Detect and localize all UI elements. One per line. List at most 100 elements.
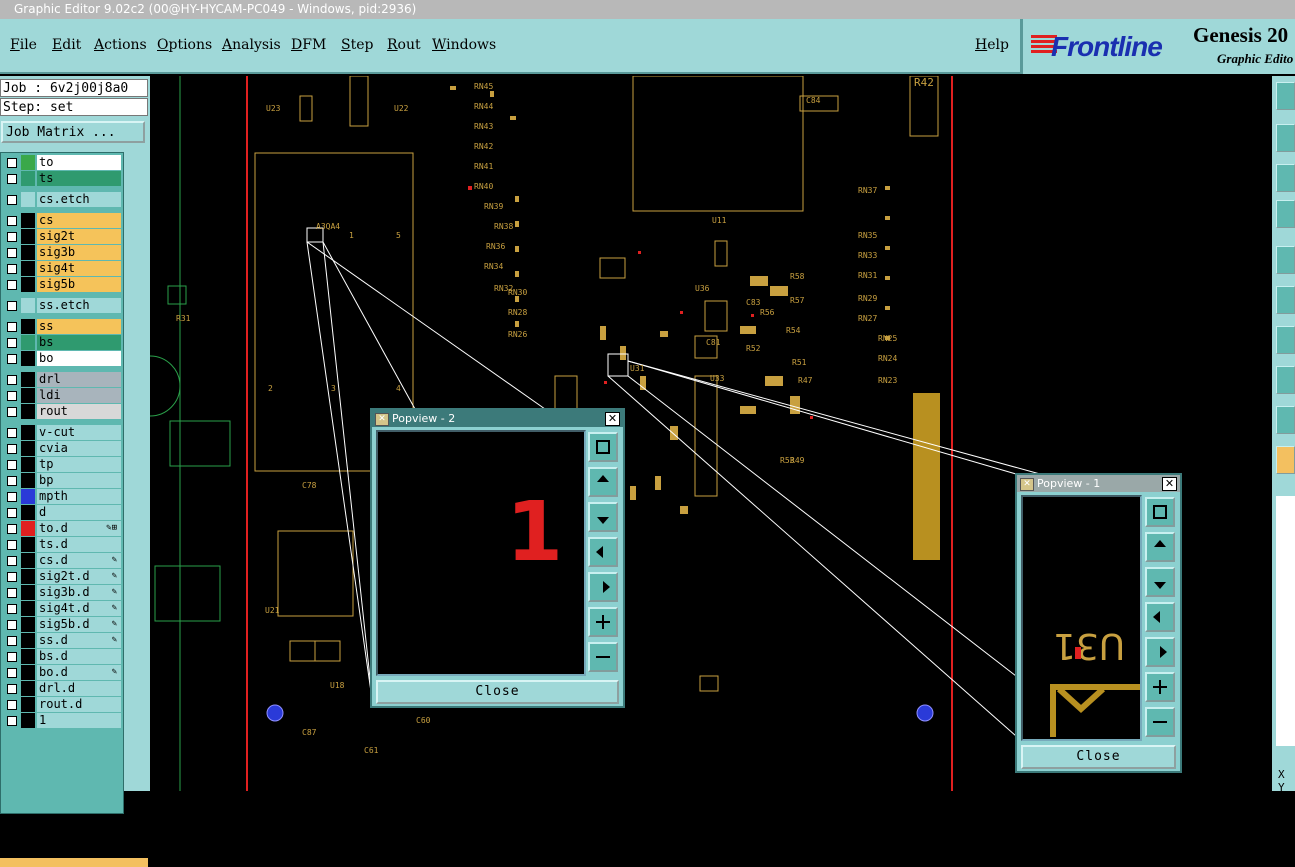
- layer-checkbox[interactable]: [7, 375, 17, 385]
- menu-options[interactable]: Options: [157, 37, 212, 53]
- layer-row[interactable]: sig3b: [3, 245, 121, 260]
- layer-name[interactable]: sig4t: [37, 261, 121, 276]
- close-button[interactable]: Close: [376, 680, 619, 704]
- pan-right-button[interactable]: [588, 572, 618, 602]
- layer-checkbox[interactable]: [7, 264, 17, 274]
- layer-name[interactable]: sig3b.d: [37, 585, 121, 600]
- layer-checkbox[interactable]: [7, 428, 17, 438]
- layer-row[interactable]: cs.etch: [3, 192, 121, 207]
- layer-name[interactable]: ldi: [37, 388, 121, 403]
- layer-name[interactable]: drl: [37, 372, 121, 387]
- layer-name[interactable]: cs.d: [37, 553, 121, 568]
- layer-row[interactable]: ts: [3, 171, 121, 186]
- layer-checkbox[interactable]: [7, 301, 17, 311]
- layer-row[interactable]: d: [3, 505, 121, 520]
- layer-checkbox[interactable]: [7, 248, 17, 258]
- layer-checkbox[interactable]: [7, 524, 17, 534]
- layer-row[interactable]: ldi: [3, 388, 121, 403]
- layer-name[interactable]: cs: [37, 213, 121, 228]
- menu-help[interactable]: Help: [975, 37, 1009, 53]
- draw-line-tool[interactable]: [1276, 326, 1295, 354]
- layer-checkbox[interactable]: [7, 158, 17, 168]
- layer-checkbox[interactable]: [7, 652, 17, 662]
- zoom-fit-button[interactable]: [1145, 497, 1175, 527]
- layer-checkbox[interactable]: [7, 716, 17, 726]
- layer-name[interactable]: sig4t.d: [37, 601, 121, 616]
- menu-file[interactable]: File: [10, 37, 37, 53]
- layer-name[interactable]: to: [37, 155, 121, 170]
- layer-name[interactable]: drl.d: [37, 681, 121, 696]
- pan-down-button[interactable]: [588, 502, 618, 532]
- layer-row[interactable]: cs.d ✎: [3, 553, 121, 568]
- layer-row[interactable]: cs: [3, 213, 121, 228]
- layer-checkbox[interactable]: [7, 636, 17, 646]
- layer-row[interactable]: sig3b.d ✎: [3, 585, 121, 600]
- layer-checkbox[interactable]: [7, 280, 17, 290]
- layer-checkbox[interactable]: [7, 444, 17, 454]
- layer-checkbox[interactable]: [7, 232, 17, 242]
- layer-name[interactable]: rout.d: [37, 697, 121, 712]
- layer-checkbox[interactable]: [7, 354, 17, 364]
- layer-checkbox[interactable]: [7, 572, 17, 582]
- menu-edit[interactable]: Edit: [52, 37, 81, 53]
- layer-row[interactable]: ss.etch: [3, 298, 121, 313]
- layer-checkbox[interactable]: [7, 407, 17, 417]
- layer-checkbox[interactable]: [7, 174, 17, 184]
- layer-name[interactable]: sig2t.d: [37, 569, 121, 584]
- tool-button[interactable]: [1276, 164, 1295, 192]
- layer-name[interactable]: ss: [37, 319, 121, 334]
- draw-line-tool[interactable]: [1276, 406, 1295, 434]
- layer-name[interactable]: cvia: [37, 441, 121, 456]
- tool-button[interactable]: [1276, 82, 1295, 110]
- layer-name[interactable]: ts: [37, 171, 121, 186]
- layer-name[interactable]: tp: [37, 457, 121, 472]
- layer-row[interactable]: rout: [3, 404, 121, 419]
- pan-up-button[interactable]: [1145, 532, 1175, 562]
- layer-checkbox[interactable]: [7, 492, 17, 502]
- layer-checkbox[interactable]: [7, 684, 17, 694]
- menu-dfm[interactable]: DFM: [291, 37, 326, 53]
- tool-button[interactable]: [1276, 286, 1295, 314]
- menu-actions[interactable]: Actions: [94, 37, 147, 53]
- layer-row[interactable]: bo: [3, 351, 121, 366]
- menu-analysis[interactable]: Analysis: [222, 37, 281, 53]
- layer-checkbox[interactable]: [7, 508, 17, 518]
- layer-row[interactable]: tp: [3, 457, 121, 472]
- pan-right-button[interactable]: [1145, 637, 1175, 667]
- layer-name[interactable]: ss.etch: [37, 298, 121, 313]
- layer-row[interactable]: cvia: [3, 441, 121, 456]
- layer-row[interactable]: ss.d ✎: [3, 633, 121, 648]
- layer-row[interactable]: v-cut: [3, 425, 121, 440]
- layer-name[interactable]: sig5b: [37, 277, 121, 292]
- tool-button[interactable]: [1276, 366, 1295, 394]
- layer-row[interactable]: 1: [3, 713, 121, 728]
- layer-checkbox[interactable]: [7, 556, 17, 566]
- layer-row[interactable]: sig4t.d ✎: [3, 601, 121, 616]
- layer-row[interactable]: bs: [3, 335, 121, 350]
- layer-name[interactable]: sig3b: [37, 245, 121, 260]
- layer-name[interactable]: d: [37, 505, 121, 520]
- layer-checkbox[interactable]: [7, 668, 17, 678]
- layer-row[interactable]: bs.d: [3, 649, 121, 664]
- layer-row[interactable]: drl.d: [3, 681, 121, 696]
- layer-name[interactable]: 1: [37, 713, 121, 728]
- layer-checkbox[interactable]: [7, 338, 17, 348]
- layer-name[interactable]: bs.d: [37, 649, 121, 664]
- zoom-out-button[interactable]: [1145, 707, 1175, 737]
- layer-name[interactable]: ss.d: [37, 633, 121, 648]
- zoom-fit-button[interactable]: [588, 432, 618, 462]
- pan-left-button[interactable]: [1145, 602, 1175, 632]
- layer-checkbox[interactable]: [7, 216, 17, 226]
- select-tool[interactable]: [1276, 446, 1295, 474]
- layer-row[interactable]: sig4t: [3, 261, 121, 276]
- layer-row[interactable]: sig5b.d ✎: [3, 617, 121, 632]
- close-button[interactable]: Close: [1021, 745, 1176, 769]
- job-matrix-button[interactable]: Job Matrix ...: [1, 121, 145, 143]
- layer-row[interactable]: drl: [3, 372, 121, 387]
- layer-row[interactable]: bp: [3, 473, 121, 488]
- layer-row[interactable]: rout.d: [3, 697, 121, 712]
- zoom-out-button[interactable]: [588, 642, 618, 672]
- layer-row[interactable]: sig2t.d ✎: [3, 569, 121, 584]
- layer-row[interactable]: sig5b: [3, 277, 121, 292]
- layer-name[interactable]: bs: [37, 335, 121, 350]
